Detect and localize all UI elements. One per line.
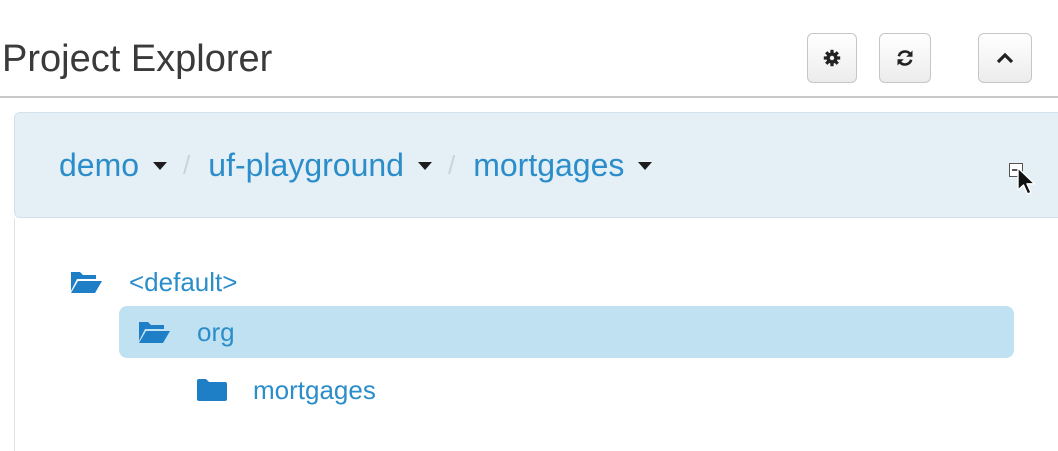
settings-button[interactable] — [807, 33, 857, 83]
breadcrumb-label: uf-playground — [208, 146, 404, 183]
caret-down-icon — [638, 162, 653, 170]
breadcrumb-item-repository[interactable]: uf-playground — [208, 147, 432, 184]
collapse-panel-button[interactable] — [978, 33, 1032, 83]
selected-row-highlight — [119, 306, 1014, 358]
breadcrumb-separator: / — [447, 149, 456, 180]
caret-down-icon — [153, 162, 168, 170]
breadcrumb-bar: demo / uf-playground / mortgages — [14, 112, 1058, 218]
breadcrumb-item-organization[interactable]: demo — [59, 146, 168, 184]
breadcrumb-label: demo — [59, 146, 140, 183]
folder-open-icon — [71, 272, 102, 293]
refresh-button[interactable] — [879, 33, 931, 83]
breadcrumb: demo / uf-playground / mortgages — [59, 135, 653, 195]
chevron-up-icon — [996, 52, 1014, 64]
folder-open-icon — [139, 322, 170, 343]
tree-node-label: org — [197, 316, 235, 347]
breadcrumb-separator: / — [183, 149, 191, 180]
tree-node-mortgages[interactable]: mortgages — [195, 370, 376, 410]
breadcrumb-label: mortgages — [473, 146, 625, 183]
tree-node-label: <default> — [129, 266, 238, 297]
refresh-icon — [897, 50, 913, 66]
breadcrumb-item-project[interactable]: mortgages — [473, 146, 653, 184]
mouse-cursor-icon — [1017, 167, 1036, 195]
project-explorer-panel: Project Explorer demo / uf-playground / … — [0, 0, 1058, 451]
tree-node-default[interactable]: <default> — [69, 262, 237, 302]
folder-icon — [197, 379, 227, 401]
tree-node-label: mortgages — [253, 374, 376, 405]
gear-icon — [823, 49, 841, 67]
tree-node-org[interactable]: org — [137, 312, 235, 352]
package-tree: <default> org mortgages — [14, 218, 1058, 451]
panel-title: Project Explorer — [2, 38, 273, 80]
caret-down-icon — [417, 162, 432, 170]
panel-header: Project Explorer — [0, 0, 1058, 98]
